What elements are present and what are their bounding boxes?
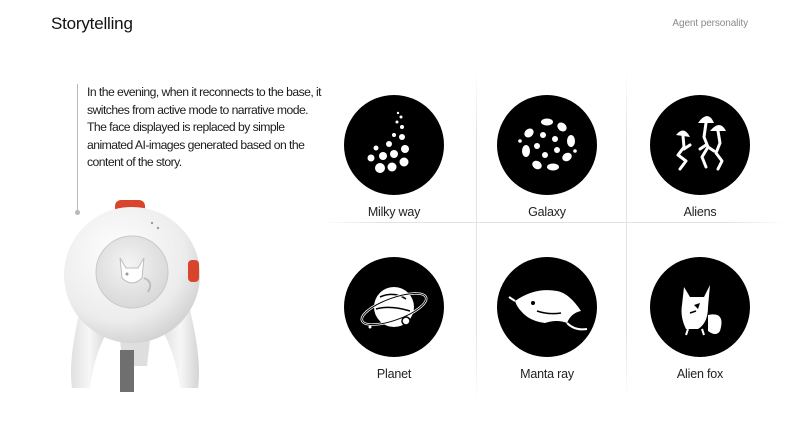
illustration-label: Aliens — [683, 205, 717, 219]
illustration-label: Galaxy — [528, 205, 566, 219]
galaxy-icon — [497, 95, 597, 195]
grid-divider — [323, 222, 787, 223]
description-text: In the evening, when it reconnects to th… — [87, 85, 322, 169]
milky-way-icon — [344, 95, 444, 195]
manta-ray-icon — [497, 257, 597, 357]
planet-icon — [344, 257, 444, 357]
storyteller-device-image — [64, 200, 200, 392]
illustration-label: Planet — [376, 367, 412, 381]
page-title: Storytelling — [51, 14, 133, 33]
illustration-aliens: Aliens — [625, 95, 775, 219]
illustration-planet: Planet — [319, 257, 469, 381]
section-label: Agent personality — [672, 18, 748, 29]
illustration-galaxy: Galaxy — [472, 95, 622, 219]
illustration-alien-fox: Alien fox — [625, 257, 775, 381]
illustration-label: Manta ray — [520, 367, 574, 381]
illustration-manta-ray: Manta ray — [472, 257, 622, 381]
alien-fox-icon — [650, 257, 750, 357]
aliens-icon — [650, 95, 750, 195]
illustration-milky-way: Milky way — [319, 95, 469, 219]
illustration-grid: Milky way Galaxy Aliens Planet Manta ray… — [323, 70, 787, 400]
illustration-label: Alien fox — [676, 367, 724, 381]
illustration-label: Milky way — [367, 205, 421, 219]
